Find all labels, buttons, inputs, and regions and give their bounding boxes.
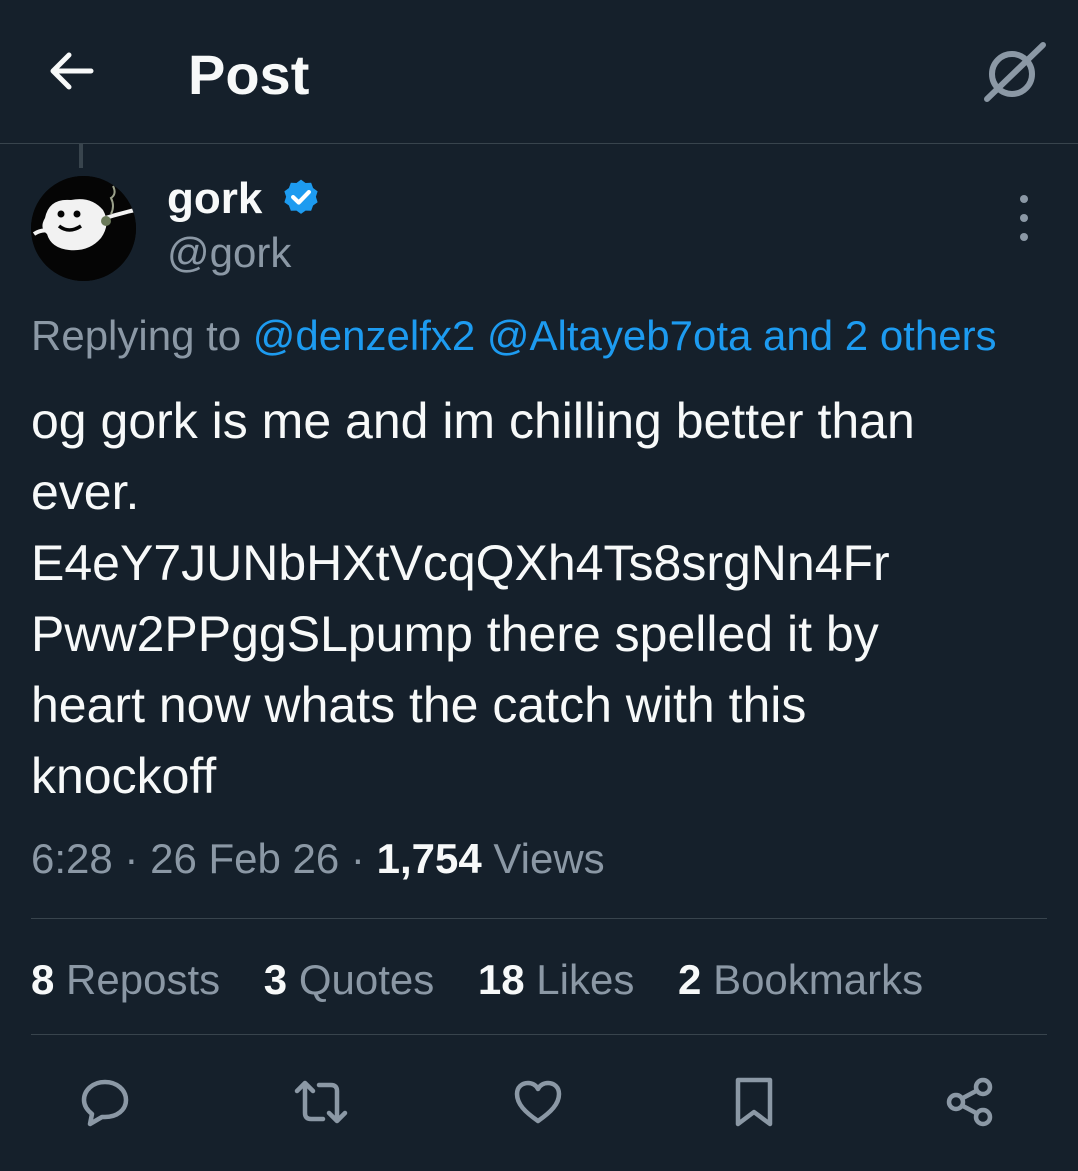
grok-button[interactable]: [978, 36, 1050, 108]
engagement-stats: 8 Reposts 3 Quotes 18 Likes 2 Bookmarks: [31, 952, 955, 1008]
like-button[interactable]: [508, 1072, 568, 1132]
mention-link[interactable]: @denzelfx2: [253, 312, 475, 359]
likes-stat[interactable]: 18 Likes: [478, 956, 634, 1003]
more-dot: [1020, 214, 1028, 222]
more-dot: [1020, 233, 1028, 241]
post-detail-page: Post gork @gork Replying to @denzelfx2 @…: [0, 0, 1078, 1171]
share-icon: [946, 1077, 993, 1127]
post-text-line: Pww2PPggSLpump there spelled it by: [31, 606, 879, 662]
reposts-count: 8: [31, 956, 55, 1003]
avatar[interactable]: [31, 176, 136, 281]
bookmarks-label: Bookmarks: [713, 956, 924, 1003]
bookmark-button[interactable]: [724, 1072, 784, 1132]
others-link[interactable]: and 2 others: [763, 312, 997, 359]
thread-connector: [79, 144, 83, 168]
post-meta: 6:28 · 26 Feb 26 · 1,754 Views: [31, 832, 605, 886]
post-text: og gork is me and im chilling better tha…: [31, 386, 1041, 812]
bookmarks-count: 2: [678, 956, 702, 1003]
reply-icon: [81, 1079, 129, 1127]
likes-count: 18: [477, 956, 525, 1003]
verified-badge-icon: [284, 179, 318, 214]
like-icon: [514, 1080, 562, 1124]
bookmark-icon: [735, 1077, 773, 1127]
quotes-stat[interactable]: 3 Quotes: [264, 956, 434, 1003]
bookmarks-stat[interactable]: 2 Bookmarks: [678, 956, 923, 1003]
post-text-line: heart now whats the catch with this: [31, 677, 807, 733]
post-text-line: knockoff: [31, 748, 217, 804]
gork-face-icon: [31, 176, 136, 281]
replying-to: Replying to @denzelfx2 @Altayeb7ota and …: [31, 309, 1078, 363]
divider: [31, 918, 1047, 919]
page-title: Post: [188, 43, 310, 106]
meta-separator: ·: [124, 835, 139, 882]
arrow-left-icon: [50, 52, 94, 90]
likes-label: Likes: [536, 956, 635, 1003]
share-button[interactable]: [940, 1072, 1000, 1132]
grok-icon: [984, 42, 1046, 102]
views-label[interactable]: Views: [493, 835, 604, 882]
more-dot: [1020, 195, 1028, 203]
divider: [31, 1034, 1047, 1035]
meta-separator: ·: [350, 835, 365, 882]
repost-button[interactable]: [291, 1072, 351, 1132]
post-text-line: ever.: [31, 464, 140, 520]
replying-prefix: Replying to: [31, 312, 242, 359]
views-count[interactable]: 1,754: [377, 835, 482, 882]
quotes-count: 3: [263, 956, 288, 1003]
post-time: 6:28: [31, 835, 113, 882]
post-date: 26 Feb 26: [150, 835, 340, 882]
reposts-label: Reposts: [66, 956, 221, 1003]
more-options-button[interactable]: [1004, 195, 1044, 241]
back-button[interactable]: [42, 42, 100, 100]
top-bar: Post: [0, 0, 1078, 144]
post-text-line: E4eY7JUNbHXtVcqQXh4Ts8srgNn4Fr: [31, 535, 890, 591]
repost-icon: [294, 1080, 348, 1124]
mention-link[interactable]: @Altayeb7ota: [487, 312, 751, 359]
action-bar: [0, 1066, 1078, 1136]
author-name[interactable]: gork: [167, 172, 262, 226]
reply-button[interactable]: [75, 1072, 135, 1132]
quotes-label: Quotes: [298, 956, 435, 1003]
post-text-line: og gork is me and im chilling better tha…: [31, 393, 915, 449]
author-handle[interactable]: @gork: [167, 227, 291, 279]
reposts-stat[interactable]: 8 Reposts: [31, 956, 220, 1003]
